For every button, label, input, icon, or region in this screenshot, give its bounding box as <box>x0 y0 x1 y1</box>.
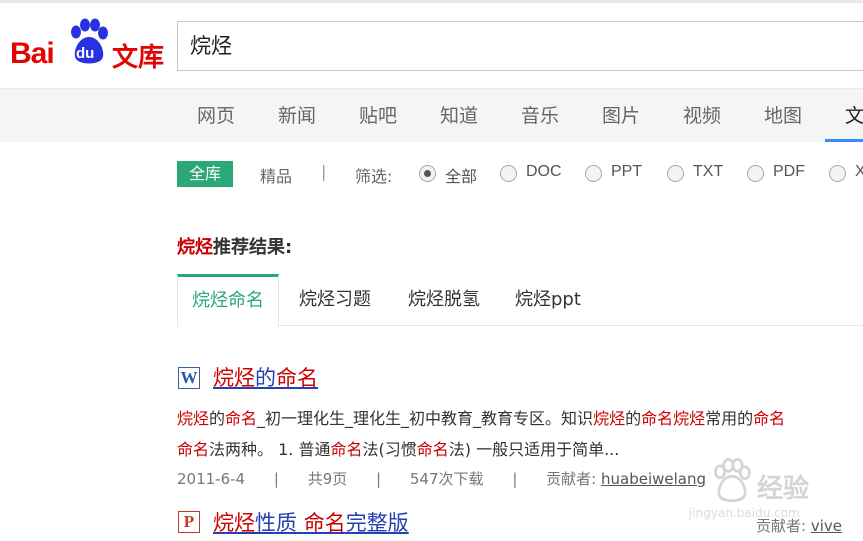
result-date: 2011-6-4 <box>177 470 246 488</box>
snippet-keyword: 命名 <box>330 440 363 459</box>
title-text: 性质 <box>255 511 304 535</box>
recommend-keyword: 烷烃 <box>177 237 213 258</box>
recommend-tabs: 烷烃命名 烷烃习题 烷烃脱氢 烷烃ppt <box>177 274 863 327</box>
snippet-keyword: 命名 <box>416 440 449 459</box>
filter-label: 筛选: <box>355 167 393 186</box>
nav-item-news[interactable]: 新闻 <box>278 101 316 128</box>
snippet-text: 的 <box>625 409 642 428</box>
snippet-text: _初一理化生_理化生_初中教育_教育专区。知识 <box>257 409 594 428</box>
radio-more-label[interactable]: X <box>855 163 863 181</box>
radio-txt[interactable] <box>667 165 684 182</box>
snippet-text: 法) 一般只适用于简单... <box>448 440 620 459</box>
nav-item-images[interactable]: 图片 <box>602 101 640 128</box>
watermark-text: 经验 <box>757 474 810 504</box>
title-keyword: 命名 <box>303 511 346 535</box>
radio-txt-label[interactable]: TXT <box>693 163 723 181</box>
radio-all-label[interactable]: 全部 <box>445 163 477 187</box>
radio-doc-label[interactable]: DOC <box>526 163 562 181</box>
radio-doc[interactable] <box>500 165 517 182</box>
radio-ppt[interactable] <box>585 165 602 182</box>
snippet-keyword: 命名 <box>753 409 786 428</box>
nav-item-music[interactable]: 音乐 <box>521 101 559 128</box>
nav-item-zhidao[interactable]: 知道 <box>440 101 478 128</box>
snippet-keyword: 烷烃 <box>593 409 626 428</box>
ppt-doc-icon: P <box>178 511 200 533</box>
result-snippet-line2: 命名法两种。 1. 普通命名法(习惯命名法) 一般只适用于简单... <box>177 436 619 460</box>
filter-separator: | <box>321 162 327 181</box>
header: Bai du 文库 烷烃 <box>0 3 863 88</box>
result-snippet-line1: 烷烃的命名_初一理化生_理化生_初中教育_教育专区。知识烷烃的命名烷烃常用的命名 <box>177 405 785 429</box>
tag-all-library[interactable]: 全库 <box>177 161 233 187</box>
result-title[interactable]: 烷烃的命名 <box>213 362 318 392</box>
recommend-suffix: 推荐结果: <box>213 237 293 258</box>
watermark-url: jingyan.baidu.com <box>689 506 800 520</box>
tab-ppt[interactable]: 烷烃ppt <box>515 274 581 326</box>
meta-separator: | <box>512 470 518 488</box>
radio-more[interactable] <box>829 165 846 182</box>
result-title[interactable]: 烷烃性质 命名完整版 <box>213 507 409 537</box>
word-doc-icon: W <box>178 367 200 389</box>
tab-dehydrogenation[interactable]: 烷烃脱氢 <box>408 274 480 326</box>
title-keyword: 命名 <box>276 366 318 390</box>
logo-product-text: 文库 <box>112 43 165 73</box>
nav-bar: 网页 新闻 贴吧 知道 音乐 图片 视频 地图 文 <box>0 88 863 142</box>
snippet-keyword: 命名 <box>641 409 674 428</box>
meta-separator: | <box>273 470 279 488</box>
snippet-text: 法(习惯 <box>362 440 417 459</box>
tag-premium[interactable]: 精品 <box>260 163 292 187</box>
snippet-text: 的 <box>209 409 226 428</box>
nav-item-wenku[interactable]: 文 <box>845 101 863 128</box>
radio-pdf[interactable] <box>747 165 764 182</box>
radio-ppt-label[interactable]: PPT <box>611 163 642 181</box>
title-text: 完整版 <box>345 511 409 535</box>
filter-row: 全库 精品 | 筛选: 全部 DOC PPT TXT PDF X <box>177 158 863 188</box>
snippet-keyword: 命名 <box>225 409 258 428</box>
meta-separator: | <box>376 470 382 488</box>
tab-exercises[interactable]: 烷烃习题 <box>299 274 371 326</box>
snippet-keyword: 命名 <box>177 440 210 459</box>
watermark-paw-icon <box>714 458 751 503</box>
recommend-title: 烷烃推荐结果: <box>177 233 292 259</box>
nav-item-map[interactable]: 地图 <box>764 101 802 128</box>
title-keyword: 烷烃 <box>213 366 255 390</box>
snippet-keyword: 烷烃 <box>177 409 210 428</box>
nav-item-video[interactable]: 视频 <box>683 101 721 128</box>
result-pages: 共9页 <box>307 470 348 488</box>
nav-active-underline <box>825 139 863 142</box>
search-input[interactable]: 烷烃 <box>177 21 863 71</box>
contributor-label: 贡献者: <box>546 470 597 488</box>
logo-du-text: du <box>76 45 95 62</box>
tab-naming[interactable]: 烷烃命名 <box>177 274 279 327</box>
jingyan-watermark: 经验 jingyan.baidu.com <box>665 450 863 540</box>
title-keyword: 烷烃 <box>213 511 255 535</box>
snippet-text: 常用的 <box>705 409 754 428</box>
nav-item-tieba[interactable]: 贴吧 <box>359 101 397 128</box>
snippet-keyword: 烷烃 <box>673 409 706 428</box>
radio-pdf-label[interactable]: PDF <box>773 163 805 181</box>
radio-all[interactable] <box>419 165 436 182</box>
title-text: 的 <box>255 366 276 390</box>
result-downloads: 547次下载 <box>409 470 484 488</box>
snippet-text: 法两种。 1. 普通 <box>209 440 331 459</box>
baidu-wenku-logo[interactable]: Bai du 文库 <box>8 15 168 73</box>
logo-bai-text: Bai <box>10 37 55 70</box>
nav-item-web[interactable]: 网页 <box>197 101 235 128</box>
result-meta: 2011-6-4 | 共9页 | 547次下载 | 贡献者: huabeiwel… <box>177 468 706 489</box>
